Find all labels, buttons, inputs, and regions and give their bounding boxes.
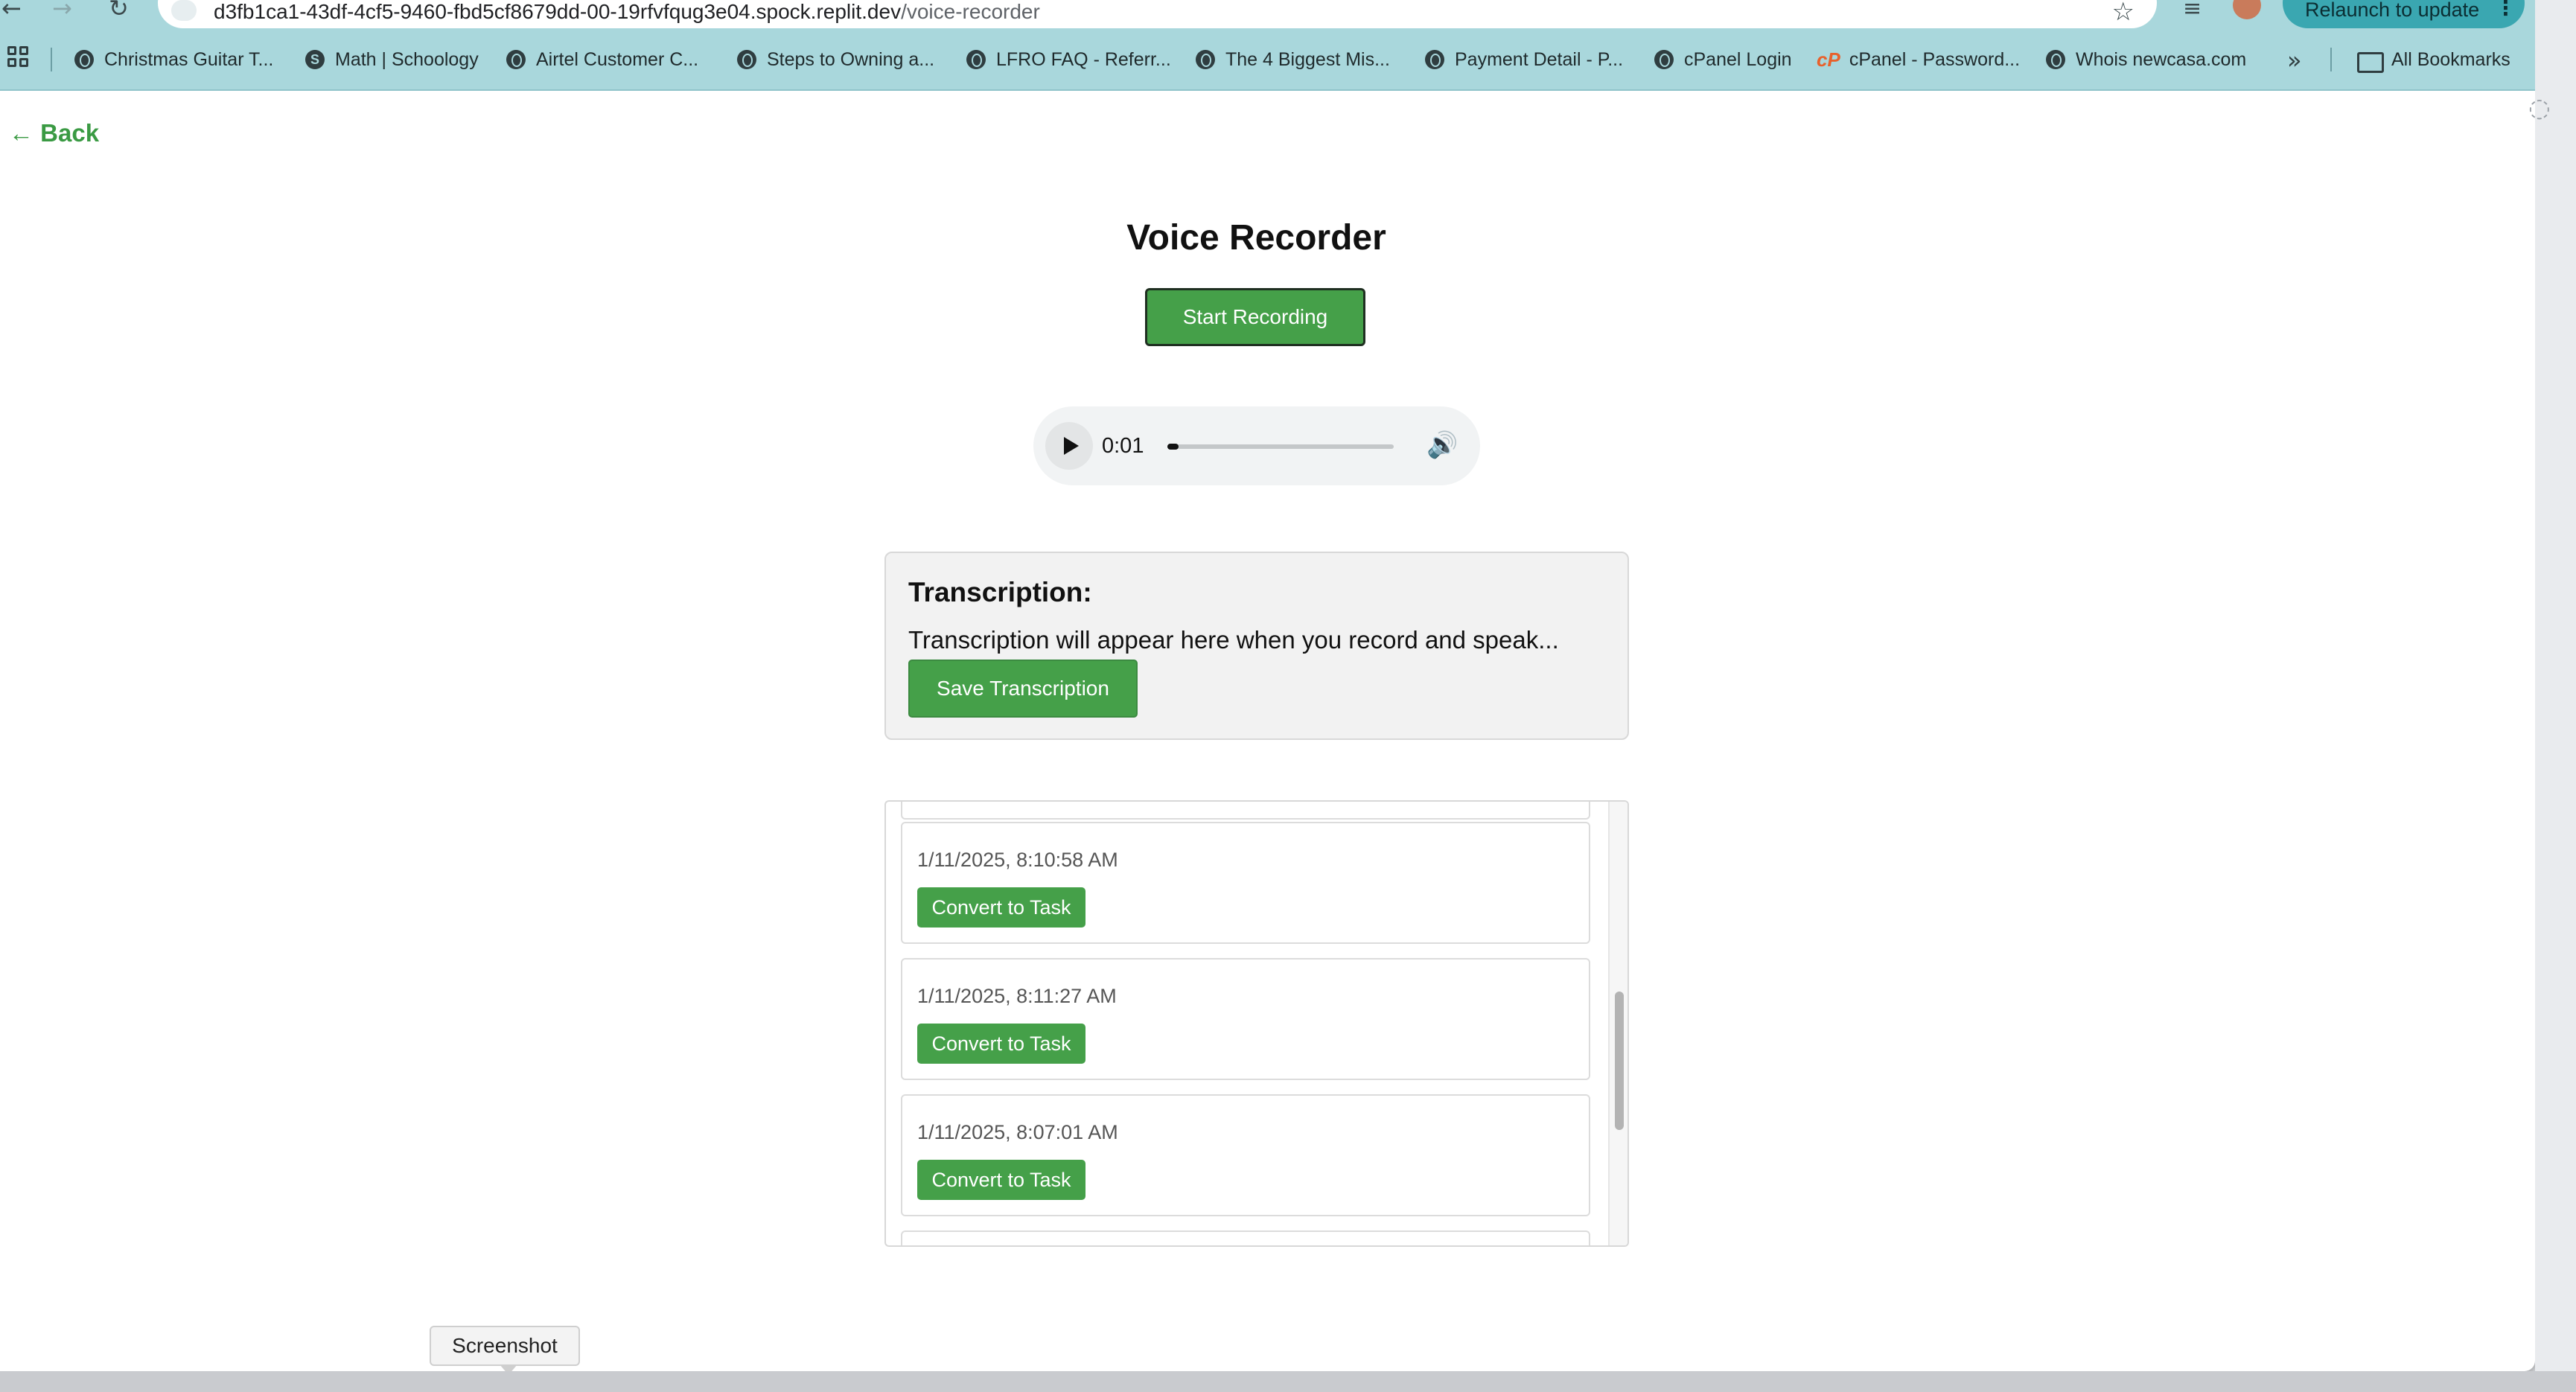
audio-player: 0:01 🔊	[1033, 406, 1480, 485]
bookmark-item[interactable]: Airtel Customer C...	[506, 45, 698, 74]
list-item	[901, 802, 1590, 820]
playback-time: 0:01	[1102, 434, 1144, 458]
screenshot-tooltip: Screenshot	[430, 1326, 580, 1375]
transcription-text: Transcription will appear here when you …	[908, 626, 1559, 654]
list-item: 1/11/2025, 8:10:58 AM Convert to Task	[901, 822, 1590, 944]
folder-icon[interactable]	[2357, 52, 2384, 73]
list-item: 1/11/2025, 8:07:01 AM Convert to Task	[901, 1094, 1590, 1216]
play-icon[interactable]	[1045, 422, 1093, 470]
save-transcription-button[interactable]: Save Transcription	[908, 660, 1138, 718]
back-link[interactable]: ← Back	[9, 119, 99, 147]
omnibox[interactable]: d3fb1ca1-43df-4cf5-9460-fbd5cf8679dd-00-…	[158, 0, 2157, 28]
site-info-icon[interactable]	[171, 0, 197, 21]
transcription-panel: Transcription: Transcription will appear…	[884, 552, 1629, 740]
bookmark-item[interactable]: LFRO FAQ - Referr...	[966, 45, 1171, 74]
globe-icon	[1425, 50, 1444, 69]
address-bar-area: ← → ↻ d3fb1ca1-43df-4cf5-9460-fbd5cf8679…	[0, 0, 2535, 30]
convert-to-task-button[interactable]: Convert to Task	[917, 887, 1085, 928]
all-bookmarks-button[interactable]: All Bookmarks	[2391, 45, 2510, 74]
recording-timestamp: 1/11/2025, 8:10:58 AM	[917, 849, 1118, 871]
recording-timestamp: 1/11/2025, 8:11:27 AM	[917, 985, 1117, 1007]
globe-icon	[506, 50, 526, 69]
volume-icon[interactable]: 🔊	[1426, 430, 1458, 460]
seek-slider[interactable]	[1167, 444, 1394, 450]
media-control-icon[interactable]: ≡	[2183, 0, 2202, 22]
forward-arrow-icon[interactable]: →	[52, 0, 72, 22]
transcription-heading: Transcription:	[908, 577, 1092, 607]
dock-strip	[0, 1371, 2576, 1392]
side-panel-strip	[2535, 0, 2576, 1371]
bookmark-item[interactable]: Payment Detail - P...	[1425, 45, 1623, 74]
apps-grid-icon[interactable]	[7, 46, 28, 67]
list-item	[901, 1230, 1590, 1245]
scrollbar-thumb[interactable]	[1615, 992, 1624, 1130]
side-panel-icon[interactable]: ◌	[2528, 93, 2551, 123]
avatar[interactable]	[2233, 0, 2261, 19]
bookmark-item[interactable]: cPanel Login	[1654, 45, 1792, 74]
bookmark-item[interactable]: S Math | Schoology	[305, 45, 479, 74]
more-bookmarks-icon[interactable]: »	[2287, 46, 2302, 74]
cpanel-icon: cP	[1817, 48, 1840, 71]
schoology-icon: S	[305, 50, 325, 69]
scrollbar[interactable]	[1608, 802, 1627, 1245]
bookmarks-bar: Christmas Guitar T... S Math | Schoology …	[0, 30, 2535, 91]
reload-icon[interactable]: ↻	[109, 0, 129, 22]
bookmark-star-icon[interactable]: ☆	[2112, 0, 2135, 27]
globe-icon	[1654, 50, 1674, 69]
more-menu-icon: ⋮	[2496, 0, 2516, 19]
url-text[interactable]: d3fb1ca1-43df-4cf5-9460-fbd5cf8679dd-00-…	[214, 0, 1040, 24]
relaunch-button[interactable]: Relaunch to update ⋮	[2283, 0, 2525, 28]
bookmark-item[interactable]: Christmas Guitar T...	[74, 45, 273, 74]
recording-timestamp: 1/11/2025, 8:07:01 AM	[917, 1121, 1118, 1143]
bookmark-item[interactable]: Whois newcasa.com	[2046, 45, 2246, 74]
globe-icon	[966, 50, 986, 69]
globe-icon	[74, 50, 94, 69]
bookmark-item[interactable]: cP cPanel - Password...	[1817, 45, 2020, 74]
recordings-list[interactable]: 1/11/2025, 8:10:58 AM Convert to Task 1/…	[884, 800, 1629, 1247]
globe-icon	[1196, 50, 1215, 69]
browser-window: ← → ↻ d3fb1ca1-43df-4cf5-9460-fbd5cf8679…	[0, 0, 2535, 1371]
globe-icon	[2046, 50, 2065, 69]
back-arrow-icon[interactable]: ←	[1, 0, 22, 22]
start-recording-button[interactable]: Start Recording	[1145, 288, 1365, 346]
bookmark-item[interactable]: The 4 Biggest Mis...	[1196, 45, 1390, 74]
convert-to-task-button[interactable]: Convert to Task	[917, 1160, 1085, 1200]
convert-to-task-button[interactable]: Convert to Task	[917, 1024, 1085, 1064]
page-title: Voice Recorder	[1126, 218, 1386, 258]
globe-icon	[737, 50, 756, 69]
bookmark-item[interactable]: Steps to Owning a...	[737, 45, 934, 74]
list-item: 1/11/2025, 8:11:27 AM Convert to Task	[901, 958, 1590, 1080]
